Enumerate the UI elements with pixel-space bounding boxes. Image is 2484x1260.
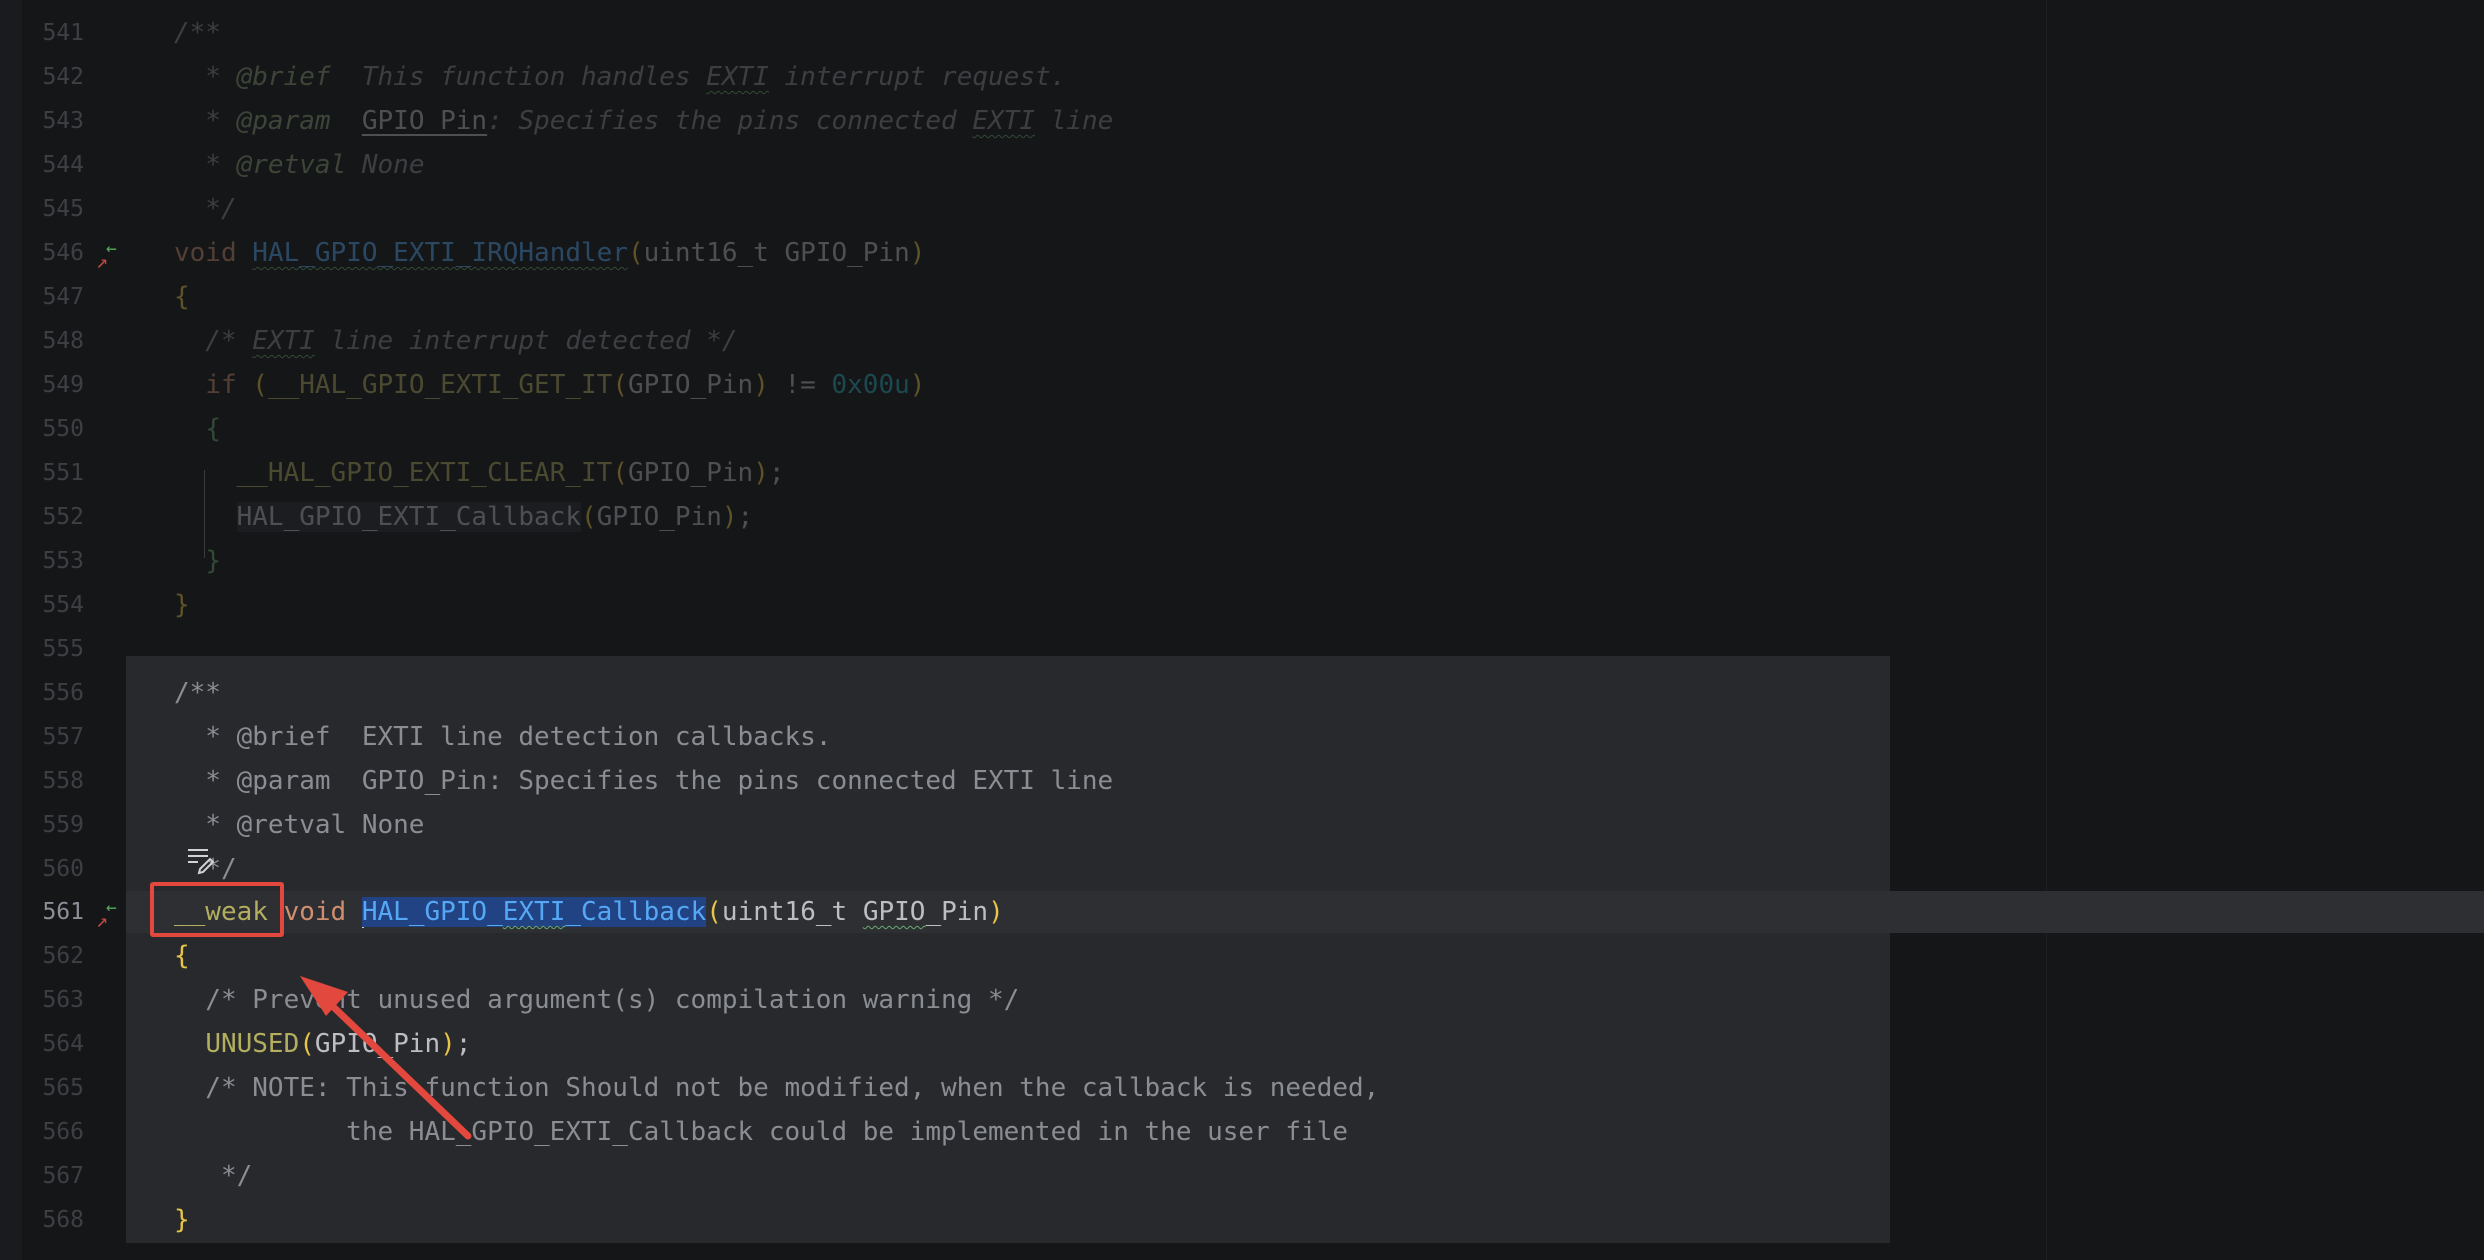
code-text[interactable]: /** bbox=[174, 11, 221, 55]
code-text[interactable]: /* NOTE: This function Should not be mod… bbox=[174, 1066, 1379, 1110]
render-doc-icon[interactable] bbox=[186, 845, 216, 875]
line-number: 549 bbox=[42, 372, 84, 398]
line-number: 546 bbox=[42, 240, 84, 266]
line-number: 552 bbox=[42, 504, 84, 530]
code-text[interactable]: } bbox=[174, 539, 221, 583]
line-number: 557 bbox=[42, 724, 84, 750]
line-number: 558 bbox=[42, 768, 84, 794]
line-number: 564 bbox=[42, 1031, 84, 1057]
line-number: 551 bbox=[42, 460, 84, 486]
code-line-current: 561 ↗ ← __weak void HAL_GPIO_EXTI_Callbac… bbox=[0, 890, 2484, 934]
line-number: 542 bbox=[42, 64, 84, 90]
code-line: 555 bbox=[0, 627, 2484, 671]
code-line: 544 * @retval None bbox=[0, 143, 2484, 187]
code-text[interactable]: HAL_GPIO_EXTI_Callback(GPIO_Pin); bbox=[174, 495, 753, 539]
code-line: 558 * @param GPIO_Pin: Specifies the pin… bbox=[0, 759, 2484, 803]
code-line: 541 /** bbox=[0, 11, 2484, 55]
line-number: 562 bbox=[42, 943, 84, 969]
code-text[interactable]: { bbox=[174, 934, 190, 978]
code-text[interactable]: /* Prevent unused argument(s) compilatio… bbox=[174, 978, 1019, 1022]
line-number: 555 bbox=[42, 636, 84, 662]
line-number: 568 bbox=[42, 1207, 84, 1233]
code-line: 568 } bbox=[0, 1198, 2484, 1242]
code-text[interactable]: the HAL_GPIO_EXTI_Callback could be impl… bbox=[174, 1110, 1348, 1154]
line-number: 563 bbox=[42, 987, 84, 1013]
code-line: 554 } bbox=[0, 583, 2484, 627]
line-number: 553 bbox=[42, 548, 84, 574]
code-line: 559 * @retval None bbox=[0, 803, 2484, 847]
line-number: 541 bbox=[42, 20, 84, 46]
code-text[interactable]: if (__HAL_GPIO_EXTI_GET_IT(GPIO_Pin) != … bbox=[174, 363, 925, 407]
code-line: 557 * @brief EXTI line detection callbac… bbox=[0, 715, 2484, 759]
code-line: 552 HAL_GPIO_EXTI_Callback(GPIO_Pin); bbox=[0, 495, 2484, 539]
line-number: 543 bbox=[42, 108, 84, 134]
code-line: 550 { bbox=[0, 407, 2484, 451]
line-number: 545 bbox=[42, 196, 84, 222]
code-line: 553 } bbox=[0, 539, 2484, 583]
line-number: 565 bbox=[42, 1075, 84, 1101]
code-line: 542 * @brief This function handles EXTI … bbox=[0, 55, 2484, 99]
code-text[interactable]: UNUSED(GPIO_Pin); bbox=[174, 1022, 471, 1066]
code-line: 562 { bbox=[0, 934, 2484, 978]
code-line: 565 /* NOTE: This function Should not be… bbox=[0, 1066, 2484, 1110]
line-number: 548 bbox=[42, 328, 84, 354]
implementation-gutter-icon[interactable]: ↗ ← bbox=[96, 890, 130, 934]
line-number: 556 bbox=[42, 680, 84, 706]
line-number: 566 bbox=[42, 1119, 84, 1145]
implementation-gutter-icon[interactable]: ↗ ← bbox=[96, 231, 130, 275]
code-text[interactable]: { bbox=[174, 275, 190, 319]
code-text[interactable]: } bbox=[174, 583, 190, 627]
code-text[interactable]: * @brief This function handles EXTI inte… bbox=[174, 55, 1066, 99]
code-text[interactable]: void HAL_GPIO_EXTI_IRQHandler(uint16_t G… bbox=[174, 231, 925, 275]
code-text[interactable]: */ bbox=[174, 187, 236, 231]
code-line: 545 */ bbox=[0, 187, 2484, 231]
code-text[interactable]: * @param GPIO_Pin: Specifies the pins co… bbox=[174, 99, 1113, 143]
code-line: 563 /* Prevent unused argument(s) compil… bbox=[0, 978, 2484, 1022]
code-line: 560 */ bbox=[0, 847, 2484, 891]
code-line: 566 the HAL_GPIO_EXTI_Callback could be … bbox=[0, 1110, 2484, 1154]
code-line: 567 */ bbox=[0, 1154, 2484, 1198]
line-number: 559 bbox=[42, 812, 84, 838]
line-number: 554 bbox=[42, 592, 84, 618]
line-number: 547 bbox=[42, 284, 84, 310]
code-line: 551 __HAL_GPIO_EXTI_CLEAR_IT(GPIO_Pin); bbox=[0, 451, 2484, 495]
code-line: 543 * @param GPIO_Pin: Specifies the pin… bbox=[0, 99, 2484, 143]
code-text[interactable]: __HAL_GPIO_EXTI_CLEAR_IT(GPIO_Pin); bbox=[174, 451, 785, 495]
code-text[interactable]: { bbox=[174, 407, 221, 451]
code-text[interactable]: * @retval None bbox=[174, 803, 424, 847]
code-text[interactable]: __weak void HAL_GPIO_EXTI_Callback(uint1… bbox=[174, 890, 1004, 934]
code-text[interactable]: /* EXTI line interrupt detected */ bbox=[174, 319, 737, 363]
annotation-highlight-box bbox=[150, 882, 284, 937]
line-number: 544 bbox=[42, 152, 84, 178]
code-text[interactable]: * @brief EXTI line detection callbacks. bbox=[174, 715, 831, 759]
line-number: 561 bbox=[42, 899, 84, 925]
code-line: 547 { bbox=[0, 275, 2484, 319]
code-text[interactable]: * @retval None bbox=[174, 143, 424, 187]
code-text[interactable]: } bbox=[174, 1198, 190, 1242]
code-line: 549 if (__HAL_GPIO_EXTI_GET_IT(GPIO_Pin)… bbox=[0, 363, 2484, 407]
code-editor[interactable]: 541 /** 542 * @brief This function handl… bbox=[0, 0, 2484, 1260]
code-text[interactable]: * @param GPIO_Pin: Specifies the pins co… bbox=[174, 759, 1113, 803]
line-number: 550 bbox=[42, 416, 84, 442]
code-line: 556 /** bbox=[0, 671, 2484, 715]
code-line: 564 UNUSED(GPIO_Pin); bbox=[0, 1022, 2484, 1066]
code-line: 548 /* EXTI line interrupt detected */ bbox=[0, 319, 2484, 363]
code-line: 546 ↗ ← void HAL_GPIO_EXTI_IRQHandler(uin… bbox=[0, 231, 2484, 275]
code-text[interactable]: /** bbox=[174, 671, 221, 715]
line-number: 567 bbox=[42, 1163, 84, 1189]
code-text[interactable]: */ bbox=[174, 1154, 252, 1198]
line-number: 560 bbox=[42, 856, 84, 882]
